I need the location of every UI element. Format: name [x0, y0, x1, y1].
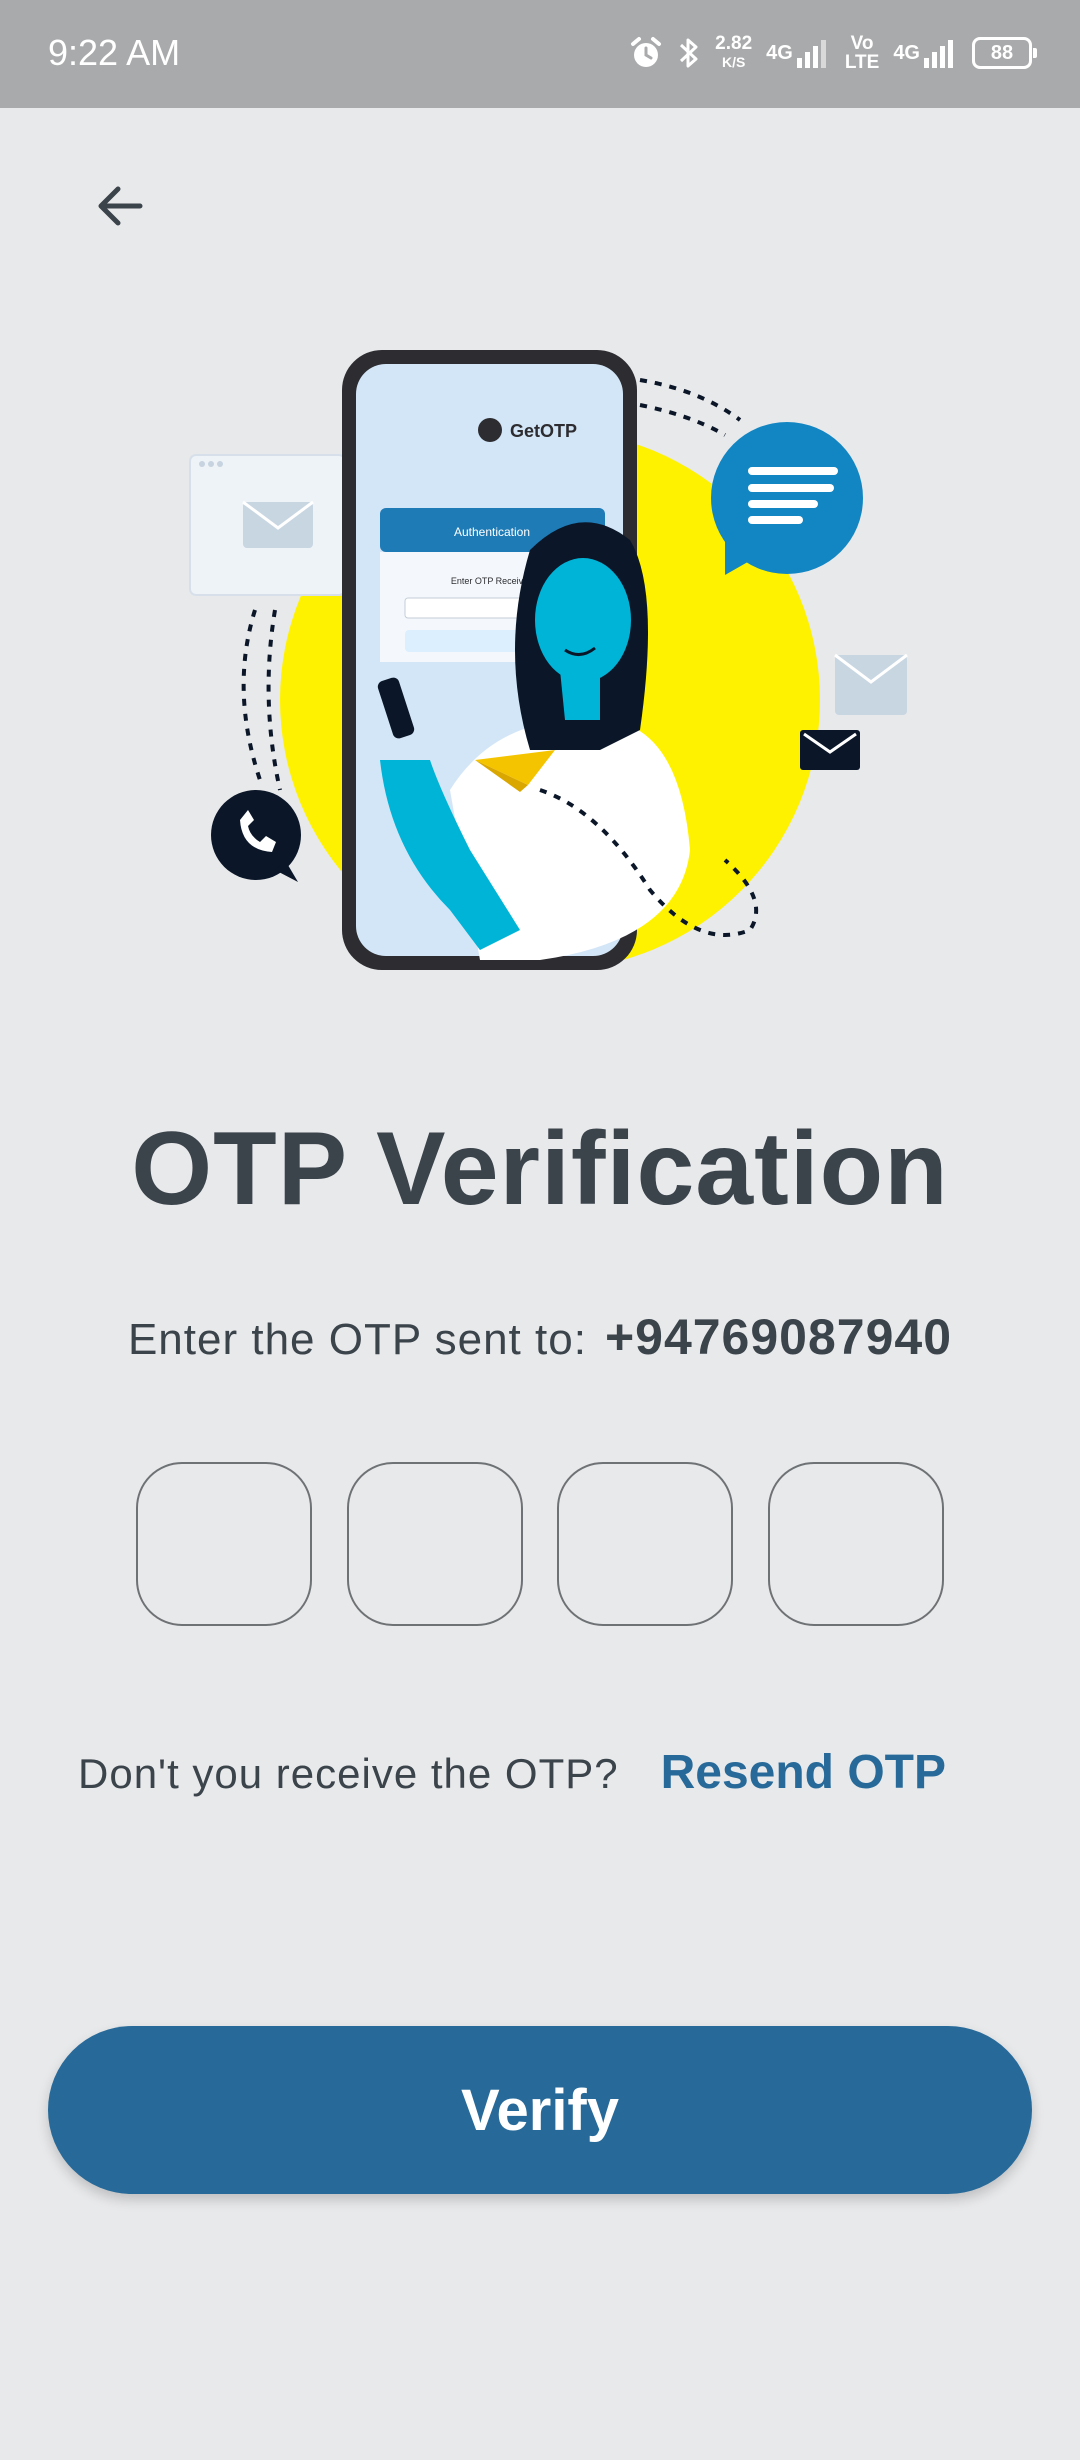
envelope-icon: [800, 730, 860, 770]
alarm-icon: [631, 37, 662, 67]
network-2: 4G: [893, 38, 958, 68]
illustration-field-label: Enter OTP Received: [451, 576, 533, 586]
otp-digit-1[interactable]: [136, 1462, 312, 1626]
resend-row: Don't you receive the OTP? Resend OTP: [78, 1745, 978, 1800]
verify-button[interactable]: Verify: [48, 2026, 1032, 2194]
phone-call-bubble-icon: [211, 790, 301, 882]
phone-number: +94769087940: [604, 1309, 953, 1365]
otp-sent-message: Enter the OTP sent to: +94769087940: [0, 1308, 1080, 1366]
otp-digit-3[interactable]: [557, 1462, 734, 1626]
chat-bubble-icon: [711, 422, 863, 575]
illustration-dotted-line-left-2: [266, 609, 282, 791]
network-2-label: 4G: [893, 41, 920, 64]
battery-icon: 88: [972, 37, 1037, 69]
illustration-window-card: [189, 454, 346, 596]
network-1: 4G: [766, 38, 831, 68]
signal-1-icon: [796, 40, 826, 68]
resend-otp-link[interactable]: Resend OTP: [661, 1745, 946, 1800]
volte-bottom: LTE: [844, 52, 880, 73]
otp-input-group: [136, 1462, 944, 1628]
illustration-dotted-line-left: [241, 609, 262, 781]
otp-illustration: GetOTP Authentication Enter OTP Received: [180, 330, 920, 970]
network-speed-value: 2.82: [715, 33, 753, 54]
bluetooth-icon: [680, 38, 698, 68]
network-speed-unit: K/S: [721, 54, 746, 70]
otp-digit-4[interactable]: [767, 1462, 944, 1626]
volte-indicator: Vo LTE: [845, 34, 879, 72]
status-icons: 2.82 K/S 4G Vo LTE 4G 88: [629, 28, 1037, 78]
status-bar: 9:22 AM 2.82 K/S 4G Vo LTE 4G 88: [0, 0, 1080, 108]
back-button[interactable]: [84, 170, 156, 242]
arrow-left-icon: [98, 186, 143, 226]
signal-2-icon: [924, 40, 953, 68]
illustration-brand: GetOTP: [510, 421, 577, 441]
illustration-card-title: Authentication: [454, 525, 530, 539]
otp-digit-2[interactable]: [346, 1462, 523, 1626]
battery-level: 88: [990, 41, 1014, 64]
network-speed: 2.82 K/S: [715, 34, 752, 72]
network-1-label: 4G: [766, 41, 793, 64]
illustration-dotted-line-top: [639, 378, 742, 422]
illustration-dotted-line-top-2: [639, 403, 726, 437]
page-title: OTP Verification: [131, 1111, 949, 1227]
volte-top: Vo: [850, 33, 874, 54]
resend-question: Don't you receive the OTP?: [78, 1750, 619, 1797]
otp-sent-label: Enter the OTP sent to:: [127, 1315, 587, 1364]
illustration-envelope-right: [834, 653, 908, 715]
status-time: 9:22 AM: [48, 32, 181, 73]
